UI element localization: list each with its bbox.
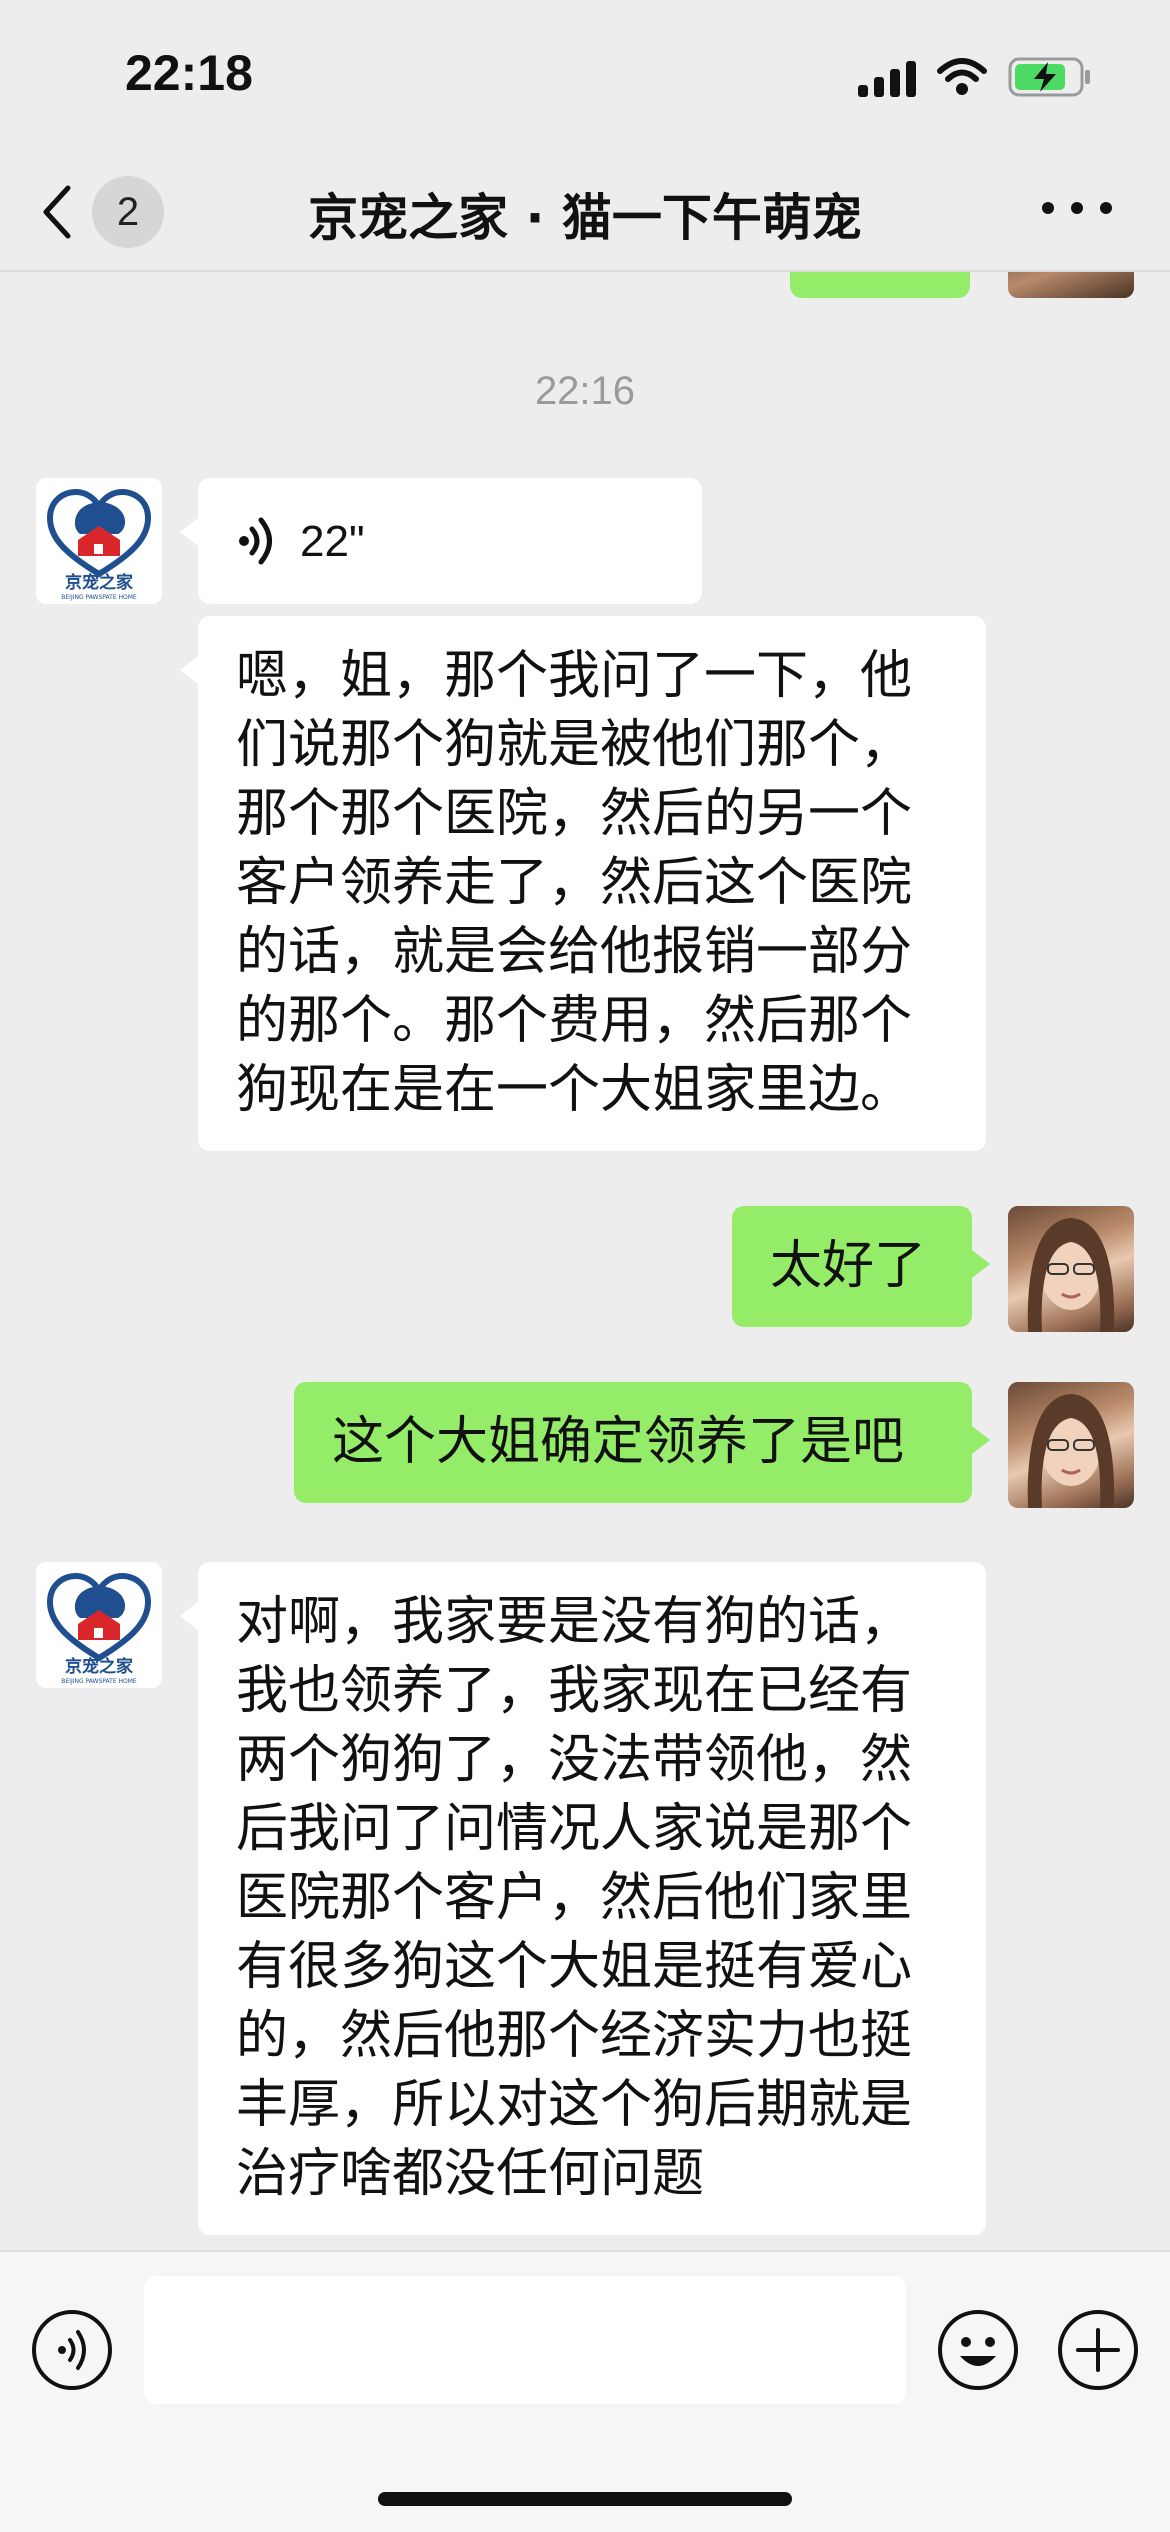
message-text: 嗯，姐，那个我问了一下，他们说那个狗就是被他们那个，那个那个医院，然后的另一个客… xyxy=(236,646,913,1120)
outgoing-message-bubble[interactable]: 太好了 xyxy=(732,1206,990,1327)
voice-input-toggle-icon[interactable] xyxy=(30,2308,114,2392)
battery-icon xyxy=(1008,57,1090,97)
svg-text:BEIJING PAWSPATE HOME: BEIJING PAWSPATE HOME xyxy=(61,1678,137,1685)
svg-text:京宠之家: 京宠之家 xyxy=(65,1656,133,1677)
message-text: 这个大姐确定领养了是吧 xyxy=(332,1412,905,1472)
svg-text:京宠之家: 京宠之家 xyxy=(65,572,133,593)
status-icons xyxy=(858,55,1092,99)
org-avatar[interactable]: 京宠之家 BEIJING PAWSPATE HOME xyxy=(36,478,162,604)
home-indicator xyxy=(378,2492,792,2506)
incoming-message-bubble[interactable]: 对啊，我家要是没有狗的话，我也领养了，我家现在已经有两个狗狗了，没法带领他，然后… xyxy=(180,1562,986,2235)
emoji-icon[interactable] xyxy=(936,2308,1020,2392)
user-avatar[interactable] xyxy=(1008,1382,1134,1508)
outgoing-message-bubble[interactable]: 这个大姐确定领养了是吧 xyxy=(294,1382,990,1503)
svg-text:BEIJING PAWSPATE HOME: BEIJING PAWSPATE HOME xyxy=(61,594,137,601)
plus-icon[interactable] xyxy=(1056,2308,1140,2392)
unread-count-badge: 2 xyxy=(92,176,164,248)
message-timestamp: 22:16 xyxy=(534,369,636,413)
user-avatar[interactable] xyxy=(1008,1206,1134,1332)
message-text: 对啊，我家要是没有狗的话，我也领养了，我家现在已经有两个狗狗了，没法带领他，然后… xyxy=(236,1592,913,2204)
user-avatar[interactable] xyxy=(1008,272,1134,298)
input-bar xyxy=(0,2250,1170,2532)
voice-message-bubble[interactable]: 22" xyxy=(180,478,702,604)
message-list[interactable]: 22:16 京宠之家 BEIJING PAWSPATE HOME 22" 嗯，姐… xyxy=(0,272,1170,2250)
more-icon[interactable] xyxy=(1042,198,1112,218)
status-bar: 22:18 xyxy=(0,0,1170,150)
user-photo xyxy=(1027,1394,1115,1508)
chat-title: 京宠之家 · 猫一下午萌宠 xyxy=(308,189,862,247)
wifi-icon xyxy=(937,58,987,95)
partial-message-bubble xyxy=(790,272,970,298)
status-time: 22:18 xyxy=(125,45,253,101)
back-button[interactable]: 2 xyxy=(38,172,164,252)
voice-icon xyxy=(239,517,272,565)
user-photo xyxy=(1027,1218,1115,1332)
voice-duration: 22" xyxy=(300,516,365,566)
org-avatar[interactable]: 京宠之家 BEIJING PAWSPATE HOME xyxy=(36,1562,162,1688)
message-text: 太好了 xyxy=(770,1236,927,1296)
incoming-message-bubble[interactable]: 嗯，姐，那个我问了一下，他们说那个狗就是被他们那个，那个那个医院，然后的另一个客… xyxy=(180,616,986,1151)
org-logo-icon: 京宠之家 BEIJING PAWSPATE HOME xyxy=(46,488,152,601)
chat-header: 2 京宠之家 · 猫一下午萌宠 xyxy=(0,150,1170,272)
back-chevron-icon xyxy=(43,185,71,239)
org-logo-icon: 京宠之家 BEIJING PAWSPATE HOME xyxy=(46,1572,152,1685)
message-input[interactable] xyxy=(144,2276,906,2404)
signal-icon xyxy=(858,57,916,97)
